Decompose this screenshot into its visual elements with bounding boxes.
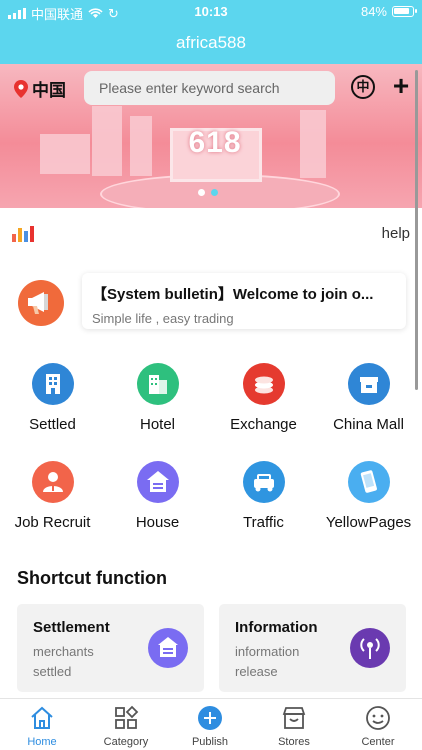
location-pin-icon: [14, 79, 28, 98]
banner-decoration: [40, 134, 90, 174]
stats-bars-icon[interactable]: [12, 224, 34, 242]
scrollbar[interactable]: [415, 70, 418, 390]
grid-item-house[interactable]: House: [105, 461, 210, 531]
grid-item-exchange[interactable]: Exchange: [211, 363, 316, 433]
car-icon: [242, 461, 285, 503]
tab-label: Center: [361, 736, 395, 748]
search-placeholder: Please enter keyword search: [99, 80, 280, 96]
grid-item-label: China Mall: [333, 416, 404, 433]
banner-decoration: [300, 110, 326, 178]
plus-circle-icon: [198, 706, 222, 730]
tab-label: Stores: [278, 736, 310, 748]
grid-item-yellowpages[interactable]: YellowPages: [316, 461, 421, 531]
store-icon: [282, 707, 306, 729]
card-description: information release: [235, 644, 300, 679]
page-title: africa588: [176, 33, 246, 52]
system-bulletin[interactable]: 【System bulletin】Welcome to join o... Si…: [82, 273, 406, 329]
nav-bar: africa588: [0, 22, 422, 64]
category-icon: [115, 705, 139, 729]
tab-label: Category: [103, 736, 149, 748]
grid-item-job-recruit[interactable]: Job Recruit: [0, 461, 105, 531]
phone-icon: [347, 461, 390, 503]
tab-home[interactable]: Home: [0, 705, 84, 748]
status-time: 10:13: [194, 4, 228, 19]
grid-item-label: Hotel: [139, 416, 176, 433]
grid-item-traffic[interactable]: Traffic: [211, 461, 316, 531]
battery-icon: [392, 6, 417, 17]
tab-label: Home: [27, 736, 57, 748]
banner-decoration: [130, 116, 152, 176]
battery-percent: 84%: [360, 4, 387, 19]
tab-publish[interactable]: Publish: [168, 705, 252, 748]
house-icon: [136, 461, 179, 503]
location-selector[interactable]: 中国: [14, 76, 66, 101]
grid-item-settled[interactable]: Settled: [0, 363, 105, 433]
status-right: 84%: [360, 4, 417, 19]
bulletin-title: 【System bulletin】Welcome to join o...: [92, 286, 374, 303]
location-label: 中国: [32, 81, 66, 100]
bulletin-subtitle: Simple life , easy trading: [92, 311, 234, 326]
grid-item-china-mall[interactable]: China Mall: [316, 363, 421, 433]
tab-bar: Home Category Publish Stores Center: [0, 698, 422, 750]
status-bar: 中国联通 ↻ 10:13 84%: [0, 0, 422, 22]
coins-icon: [242, 363, 285, 405]
building-icon: [31, 363, 74, 405]
add-icon[interactable]: +: [388, 72, 414, 100]
smile-icon: [366, 706, 390, 730]
grid-item-label: Exchange: [230, 416, 297, 433]
home-icon: [31, 706, 53, 729]
megaphone-icon: [18, 280, 64, 326]
broadcast-icon: [350, 628, 390, 668]
person-icon: [31, 461, 74, 503]
banner-decoration: [92, 106, 122, 176]
shortcut-card-settlement[interactable]: Settlement merchants settled: [17, 604, 204, 692]
tab-label: Publish: [191, 736, 229, 748]
hotel-icon: [136, 363, 179, 405]
tab-center[interactable]: Center: [336, 705, 420, 748]
carousel-indicator: [198, 189, 218, 196]
search-input[interactable]: Please enter keyword search: [84, 71, 335, 105]
banner-text: 618: [188, 126, 242, 159]
card-description: merchants settled: [33, 644, 94, 679]
help-link[interactable]: help: [382, 225, 410, 242]
grid-item-label: Traffic: [243, 514, 284, 531]
shop-icon: [347, 363, 390, 405]
section-title: Shortcut function: [17, 568, 167, 588]
grid-item-hotel[interactable]: Hotel: [105, 363, 210, 433]
carousel-dot[interactable]: [198, 189, 205, 196]
grid-item-label: Job Recruit: [14, 514, 91, 531]
shortcut-card-information[interactable]: Information information release: [219, 604, 406, 692]
tab-category[interactable]: Category: [84, 705, 168, 748]
house-icon: [148, 628, 188, 668]
tab-stores[interactable]: Stores: [252, 705, 336, 748]
grid-item-label: House: [135, 514, 180, 531]
language-icon[interactable]: 中: [351, 75, 375, 99]
carousel-dot-active[interactable]: [211, 189, 218, 196]
grid-item-label: YellowPages: [325, 514, 412, 531]
grid-item-label: Settled: [29, 416, 76, 433]
